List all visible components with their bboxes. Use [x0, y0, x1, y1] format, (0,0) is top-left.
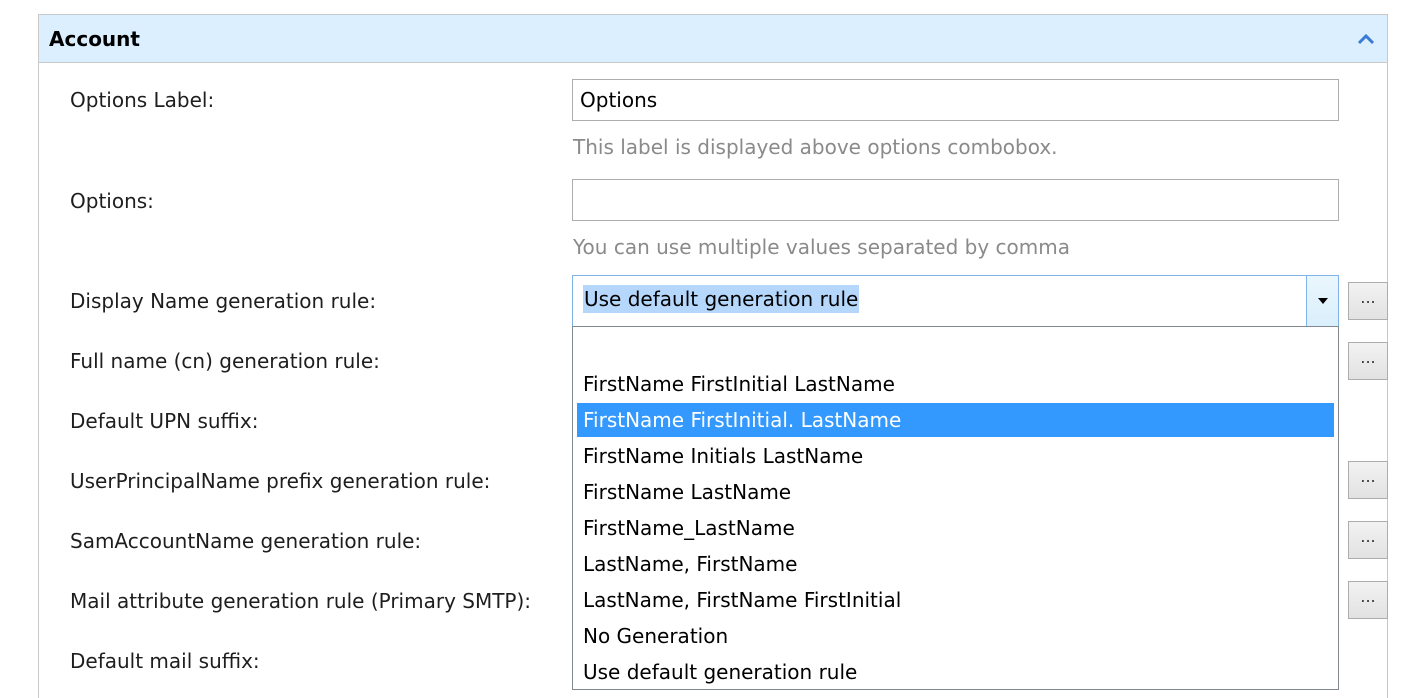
default-upn-suffix-label: Default UPN suffix: [70, 409, 259, 433]
dropdown-option[interactable]: FirstName_LastName [577, 511, 1334, 545]
rule-dropdown-list: FirstName FirstInitial LastName FirstNam… [572, 326, 1339, 690]
section-header[interactable]: Account [39, 15, 1387, 63]
default-mail-suffix-label: Default mail suffix: [70, 649, 260, 673]
display-name-rule-label: Display Name generation rule: [70, 289, 377, 313]
dropdown-option[interactable]: LastName, FirstName FirstInitial [577, 583, 1334, 617]
full-name-rule-label: Full name (cn) generation rule: [70, 349, 380, 373]
dropdown-option[interactable]: LastName, FirstName [577, 547, 1334, 581]
options-input[interactable] [572, 179, 1339, 221]
chevron-up-icon[interactable] [1355, 28, 1377, 50]
dropdown-arrow-button[interactable] [1306, 276, 1338, 326]
dropdown-option[interactable]: Use default generation rule [577, 655, 1334, 689]
combobox-selected-text[interactable]: Use default generation rule [583, 285, 860, 313]
options-label: Options: [70, 189, 154, 213]
dropdown-option[interactable] [577, 331, 1334, 365]
options-label-hint: This label is displayed above options co… [573, 135, 1058, 159]
sam-account-rule-ellipsis-button[interactable]: ... [1348, 521, 1388, 559]
dropdown-option[interactable]: No Generation [577, 619, 1334, 653]
options-label-label: Options Label: [70, 88, 215, 112]
dropdown-option[interactable]: FirstName LastName [577, 475, 1334, 509]
section-title: Account [49, 27, 140, 51]
display-name-rule-combobox[interactable]: Use default generation rule [572, 275, 1339, 327]
dropdown-option[interactable]: FirstName FirstInitial LastName [577, 367, 1334, 401]
dropdown-option[interactable]: FirstName Initials LastName [577, 439, 1334, 473]
mail-rule-ellipsis-button[interactable]: ... [1348, 581, 1388, 619]
display-name-rule-ellipsis-button[interactable]: ... [1348, 282, 1388, 320]
full-name-rule-ellipsis-button[interactable]: ... [1348, 342, 1388, 380]
sam-account-rule-label: SamAccountName generation rule: [70, 529, 422, 553]
options-label-input[interactable] [572, 79, 1339, 121]
upn-prefix-rule-ellipsis-button[interactable]: ... [1348, 461, 1388, 499]
upn-prefix-rule-label: UserPrincipalName prefix generation rule… [70, 469, 491, 493]
chevron-down-icon [1318, 298, 1328, 304]
dropdown-option-highlighted[interactable]: FirstName FirstInitial. LastName [577, 403, 1334, 437]
options-hint: You can use multiple values separated by… [573, 235, 1071, 259]
mail-rule-label: Mail attribute generation rule (Primary … [70, 589, 532, 613]
